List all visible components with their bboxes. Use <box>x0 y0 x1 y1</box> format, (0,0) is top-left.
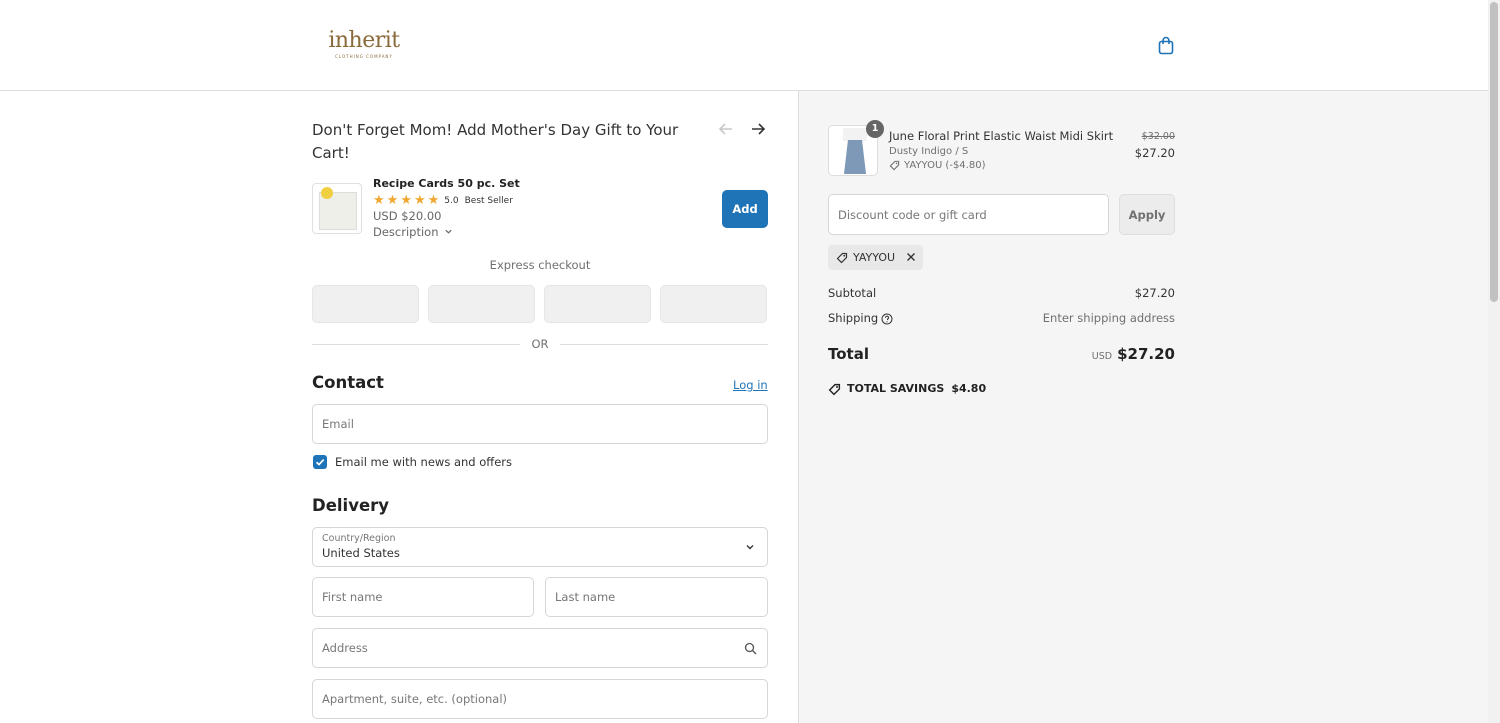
discount-field[interactable] <box>828 194 1109 235</box>
country-value: United States <box>322 546 400 560</box>
discount-input[interactable] <box>829 195 1108 234</box>
upsell-product-name: Recipe Cards 50 pc. Set <box>373 177 520 190</box>
cart-item-original-price: $32.00 <box>1141 131 1175 142</box>
shipping-value: Enter shipping address <box>1042 311 1175 325</box>
site-header: inherit CLOTHING COMPANY <box>0 0 1488 91</box>
first-name-input[interactable] <box>313 578 533 616</box>
close-icon[interactable] <box>905 251 917 263</box>
shipping-label: Shipping <box>828 311 879 325</box>
delivery-heading: Delivery <box>312 496 390 515</box>
login-link[interactable]: Log in <box>733 377 768 393</box>
first-name-field[interactable] <box>312 577 534 617</box>
star-icon: ★ <box>427 193 440 208</box>
savings-value: $4.80 <box>951 382 987 395</box>
total-value: $27.20 <box>1117 345 1175 363</box>
cart-item-price: $27.20 <box>1134 146 1175 160</box>
shopping-bag-icon[interactable] <box>1157 36 1175 55</box>
upsell-description-toggle[interactable]: Description <box>373 224 453 241</box>
rating-value: 5.0 <box>444 195 459 206</box>
cart-item-variant: Dusty Indigo / S <box>889 146 969 157</box>
tag-icon <box>836 252 848 263</box>
address-field[interactable] <box>312 628 768 668</box>
star-icon: ★ <box>413 193 426 208</box>
upsell-product-image <box>312 183 362 234</box>
tag-icon <box>889 160 900 171</box>
contact-heading: Contact <box>312 373 384 392</box>
divider <box>312 344 520 345</box>
arrow-left-icon[interactable] <box>718 121 736 139</box>
total-savings: TOTAL SAVINGS $4.80 <box>828 381 986 397</box>
express-pay-button-4[interactable] <box>660 285 767 323</box>
divider <box>560 344 768 345</box>
total-value-group: USD $27.20 <box>1000 343 1175 368</box>
cart-item-name: June Floral Print Elastic Waist Midi Ski… <box>889 129 1114 143</box>
scrollbar-thumb[interactable] <box>1490 2 1498 302</box>
arrow-right-icon[interactable] <box>750 121 768 139</box>
chevron-down-icon <box>445 229 452 234</box>
order-summary-panel <box>798 91 1488 723</box>
applied-discount-code: YAYYOU <box>853 251 896 264</box>
star-icon: ★ <box>386 193 399 208</box>
country-label: Country/Region <box>322 533 396 544</box>
checkmark-icon <box>315 459 325 466</box>
apply-button[interactable]: Apply <box>1119 194 1175 235</box>
cart-item-discount-text: YAYYOU (-$4.80) <box>904 160 986 171</box>
brand-name: inherit <box>328 28 400 53</box>
star-icon: ★ <box>373 193 385 208</box>
upsell-price: USD $20.00 <box>373 209 442 223</box>
star-icon: ★ <box>400 193 412 208</box>
brand-tagline: CLOTHING COMPANY <box>335 54 393 59</box>
express-checkout-label: Express checkout <box>489 258 591 272</box>
express-pay-button-1[interactable] <box>312 285 419 323</box>
applied-discount-tag: YAYYOU <box>828 245 923 270</box>
or-separator: OR <box>531 337 549 351</box>
total-label: Total <box>828 345 869 363</box>
cart-item-discount: YAYYOU (-$4.80) <box>889 159 985 172</box>
description-label: Description <box>373 225 439 239</box>
address-input[interactable] <box>313 629 767 667</box>
brand-logo[interactable]: inherit CLOTHING COMPANY <box>324 28 404 62</box>
express-pay-button-2[interactable] <box>428 285 535 323</box>
subtotal-value: $27.20 <box>1134 286 1175 300</box>
add-upsell-button[interactable]: Add <box>722 190 768 228</box>
search-icon <box>744 642 757 655</box>
help-icon[interactable] <box>881 313 893 325</box>
newsletter-label: Email me with news and offers <box>335 455 513 469</box>
tag-icon <box>828 383 841 395</box>
apartment-input[interactable] <box>313 680 767 718</box>
apartment-field[interactable] <box>312 679 768 719</box>
last-name-input[interactable] <box>546 578 767 616</box>
quantity-badge: 1 <box>866 120 884 138</box>
upsell-rating: ★ ★ ★ ★ ★ 5.0 Best Seller <box>373 193 513 208</box>
express-pay-button-3[interactable] <box>544 285 651 323</box>
upsell-title: Don't Forget Mom! Add Mother's Day Gift … <box>312 121 679 162</box>
country-select[interactable]: Country/Region United States <box>312 527 768 567</box>
email-field[interactable] <box>312 404 768 444</box>
total-currency: USD <box>1091 351 1113 362</box>
last-name-field[interactable] <box>545 577 768 617</box>
chevron-down-icon <box>746 545 754 550</box>
best-seller-badge: Best Seller <box>464 195 513 206</box>
savings-label: TOTAL SAVINGS <box>847 382 945 395</box>
scrollbar[interactable] <box>1488 0 1500 723</box>
subtotal-label: Subtotal <box>828 286 877 300</box>
email-input[interactable] <box>313 405 767 443</box>
newsletter-checkbox[interactable] <box>313 455 327 469</box>
